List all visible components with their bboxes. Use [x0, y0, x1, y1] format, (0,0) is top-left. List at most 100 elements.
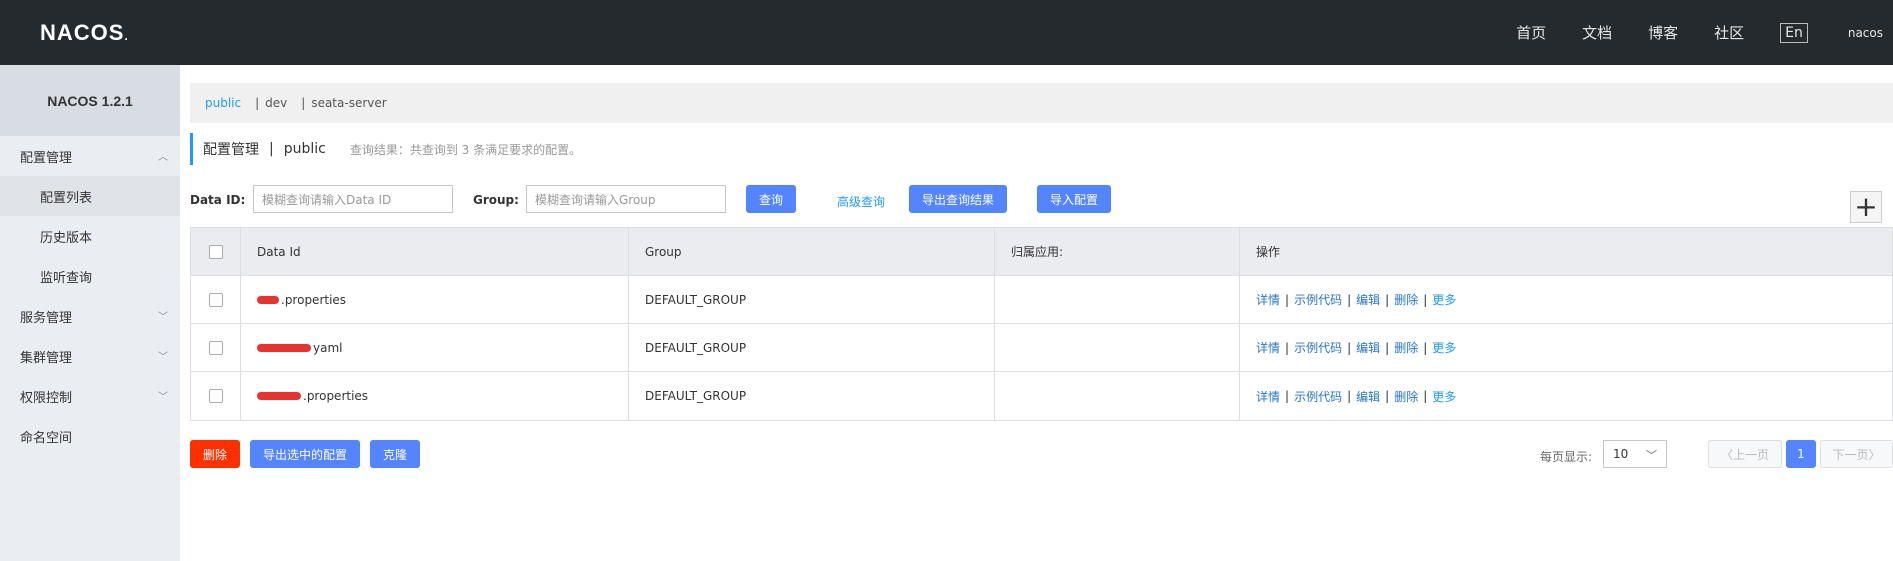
- row-checkbox-cell: [191, 324, 241, 371]
- chevron-down-icon: ﹀: [158, 352, 168, 363]
- add-config-button[interactable]: +: [1850, 191, 1882, 223]
- row-checkbox-cell: [191, 276, 241, 323]
- sidebar-item-label: 配置列表: [40, 190, 93, 206]
- action-detail[interactable]: 详情: [1256, 339, 1280, 356]
- page-size-select[interactable]: 10 ﹀: [1603, 440, 1667, 468]
- app-cell: [995, 324, 1240, 371]
- actions-cell: 详情 | 示例代码 | 编辑 | 删除 | 更多: [1240, 372, 1892, 420]
- data-id-text: .properties: [303, 389, 369, 403]
- page-title-text: 配置管理: [203, 142, 259, 158]
- header-app: 归属应用:: [995, 228, 1240, 275]
- nav-community[interactable]: 社区: [1714, 22, 1744, 43]
- chevron-up-icon: ︿: [158, 152, 168, 163]
- delete-button[interactable]: 删除: [190, 440, 240, 468]
- action-sample-code[interactable]: 示例代码: [1294, 339, 1342, 356]
- action-delete[interactable]: 删除: [1394, 388, 1418, 405]
- action-edit[interactable]: 编辑: [1356, 339, 1380, 356]
- logo-text: NACOS: [40, 20, 125, 45]
- page-namespace: public: [283, 141, 326, 157]
- sidebar-item-auth-control[interactable]: 权限控制 ﹀: [0, 376, 180, 416]
- action-edit[interactable]: 编辑: [1356, 388, 1380, 405]
- app-cell: [995, 276, 1240, 323]
- namespace-bar: public | dev | seata-server: [190, 83, 1893, 123]
- action-separator: |: [1285, 340, 1290, 355]
- sidebar-item-cluster-management[interactable]: 集群管理 ﹀: [0, 336, 180, 376]
- page-1-button[interactable]: 1: [1786, 440, 1816, 468]
- group-input[interactable]: 模糊查询请输入Group: [526, 185, 726, 213]
- page-size-value: 10: [1613, 447, 1629, 461]
- sidebar-item-listener-query[interactable]: 监听查询: [0, 256, 180, 296]
- action-separator: |: [1285, 292, 1290, 307]
- select-all-checkbox[interactable]: [208, 244, 223, 259]
- import-config-button[interactable]: 导入配置: [1037, 185, 1111, 213]
- header-data-id: Data Id: [241, 228, 629, 275]
- nacos-logo[interactable]: NACOS.: [40, 20, 129, 46]
- group-cell: DEFAULT_GROUP: [629, 276, 995, 323]
- redaction-mark: [257, 392, 301, 400]
- sidebar-item-config-management[interactable]: 配置管理 ︿: [0, 136, 180, 176]
- user-name[interactable]: nacos: [1848, 26, 1883, 40]
- data-id-cell: yaml: [241, 324, 629, 371]
- data-id-label: Data ID:: [190, 193, 246, 207]
- row-checkbox[interactable]: [208, 292, 223, 307]
- language-switch[interactable]: En: [1780, 22, 1808, 43]
- sidebar-item-config-list[interactable]: 配置列表: [0, 176, 180, 216]
- advanced-query-link[interactable]: 高级查询: [837, 193, 885, 210]
- sidebar-item-label: 配置管理: [20, 150, 73, 166]
- next-page-button[interactable]: 下一页〉: [1820, 440, 1893, 468]
- action-delete[interactable]: 删除: [1394, 291, 1418, 308]
- action-separator: |: [1347, 389, 1352, 403]
- sidebar-item-label: 历史版本: [40, 230, 93, 246]
- action-separator: |: [1385, 292, 1390, 307]
- page-size-label: 每页显示:: [1540, 450, 1593, 464]
- redaction-mark: [257, 295, 279, 304]
- plus-icon: +: [1854, 190, 1878, 223]
- action-sample-code[interactable]: 示例代码: [1294, 388, 1342, 405]
- sidebar-item-label: 集群管理: [20, 350, 73, 366]
- chevron-down-icon: ﹀: [158, 392, 168, 403]
- sidebar-item-label: 权限控制: [20, 390, 73, 406]
- action-sample-code[interactable]: 示例代码: [1294, 291, 1342, 308]
- action-more[interactable]: 更多: [1432, 291, 1456, 308]
- row-checkbox[interactable]: [208, 340, 223, 355]
- export-selected-button[interactable]: 导出选中的配置: [250, 440, 360, 468]
- action-separator: |: [1347, 340, 1352, 355]
- namespace-dev[interactable]: dev: [265, 96, 287, 110]
- table-header-row: Data Id Group 归属应用: 操作: [191, 228, 1892, 276]
- action-separator: |: [1285, 389, 1290, 403]
- clone-button[interactable]: 克隆: [370, 440, 420, 468]
- data-id-input[interactable]: 模糊查询请输入Data ID: [253, 185, 453, 213]
- action-separator: |: [1423, 389, 1428, 403]
- top-navbar: NACOS. 首页 文档 博客 社区 En nacos: [0, 0, 1893, 65]
- namespace-seata-server[interactable]: seata-server: [311, 96, 386, 110]
- data-id-text: .properties: [281, 292, 347, 307]
- sidebar-item-service-management[interactable]: 服务管理 ﹀: [0, 296, 180, 336]
- action-separator: |: [1347, 292, 1352, 307]
- query-button[interactable]: 查询: [746, 185, 796, 213]
- namespace-public[interactable]: public: [205, 96, 241, 110]
- config-table: Data Id Group 归属应用: 操作 .properties DEFAU…: [190, 227, 1893, 421]
- action-more[interactable]: 更多: [1432, 339, 1456, 356]
- action-detail[interactable]: 详情: [1256, 291, 1280, 308]
- header-group: Group: [629, 228, 995, 275]
- export-query-result-button[interactable]: 导出查询结果: [909, 185, 1007, 213]
- sidebar-item-history[interactable]: 历史版本: [0, 216, 180, 256]
- nav-blog[interactable]: 博客: [1648, 22, 1678, 43]
- nav-docs[interactable]: 文档: [1582, 22, 1612, 43]
- sidebar-item-label: 服务管理: [20, 310, 73, 326]
- action-more[interactable]: 更多: [1432, 388, 1456, 405]
- sidebar-item-label: 命名空间: [20, 430, 73, 446]
- action-detail[interactable]: 详情: [1256, 388, 1280, 405]
- action-separator: |: [1423, 340, 1428, 355]
- sidebar-item-label: 监听查询: [40, 270, 93, 286]
- row-checkbox[interactable]: [208, 389, 223, 403]
- action-edit[interactable]: 编辑: [1356, 291, 1380, 308]
- nav-home[interactable]: 首页: [1516, 22, 1546, 43]
- action-separator: |: [1385, 340, 1390, 355]
- next-page-label: 下一页: [1832, 447, 1869, 462]
- chevron-left-icon: 〈: [1720, 447, 1733, 462]
- sidebar-item-namespace[interactable]: 命名空间: [0, 416, 180, 456]
- prev-page-button[interactable]: 〈上一页: [1708, 440, 1782, 468]
- namespace-separator: |: [301, 96, 306, 110]
- action-delete[interactable]: 删除: [1394, 339, 1418, 356]
